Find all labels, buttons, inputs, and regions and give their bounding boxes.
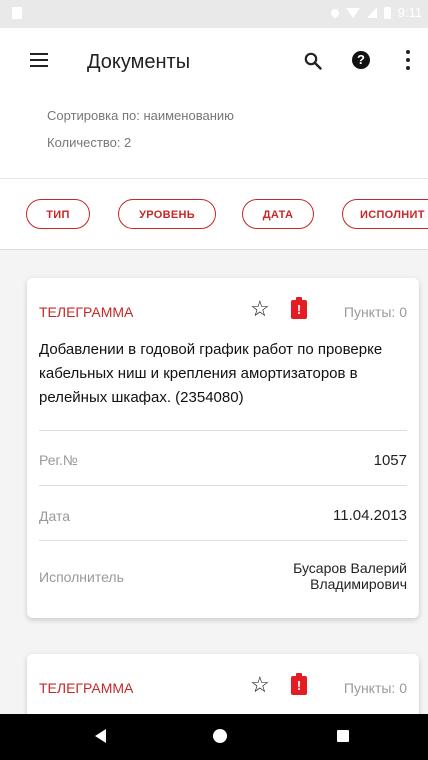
back-icon[interactable] [95,729,106,743]
document-description: Добавлении в годовой график работ по про… [39,341,383,406]
sd-card-icon [12,7,22,19]
executor-label: Исполнитель [39,569,124,585]
filter-chip-type[interactable]: ТИП [26,199,90,229]
priority-flag-icon [291,673,307,695]
wifi-icon [345,7,360,18]
search-icon[interactable] [304,52,322,70]
signal-icon [366,7,377,18]
sort-text: Сортировка по: наименованию [47,108,234,123]
status-time: 9:11 [397,5,422,20]
document-card[interactable]: ТЕЛЕГРАММА ☆ Пункты: 0 Добавлении в годо… [27,278,419,618]
battery-icon [383,6,391,19]
divider [39,540,407,541]
reg-number-label: Рег.№ [39,452,78,468]
document-type: ТЕЛЕГРАММА [39,304,134,320]
reg-number-value: 1057 [373,452,407,469]
filter-chips: ТИП УРОВЕНЬ ДАТА ИСПОЛНИТ [0,178,428,250]
document-points: Пункты: 0 [343,304,407,320]
divider [39,485,407,486]
filter-chip-executor[interactable]: ИСПОЛНИТ [342,199,428,229]
count-text: Количество: 2 [47,135,132,150]
status-bar: 9:11 [0,0,428,28]
star-outline-icon[interactable]: ☆ [250,296,270,322]
filter-chip-date[interactable]: ДАТА [242,199,314,229]
priority-flag-icon [291,297,307,319]
recent-apps-icon[interactable] [337,730,349,742]
divider [39,430,407,431]
executor-value: Бусаров Валерий Владимирович [293,560,407,592]
document-points: Пункты: 0 [343,680,407,696]
filter-chip-level[interactable]: УРОВЕНЬ [118,199,216,229]
more-vert-icon[interactable] [406,50,410,70]
document-type: ТЕЛЕГРАММА [39,680,134,696]
location-icon [328,6,341,19]
system-nav-bar [0,714,428,760]
star-outline-icon[interactable]: ☆ [250,672,270,698]
list-info: Сортировка по: наименованию Количество: … [0,90,428,178]
date-value: 11.04.2013 [333,507,407,524]
help-icon[interactable]: ? [352,51,370,69]
menu-icon[interactable] [30,53,48,67]
home-icon[interactable] [213,729,227,743]
app-bar: Документы ? [0,28,428,90]
page-title: Документы [87,51,191,73]
date-label: Дата [39,508,71,524]
